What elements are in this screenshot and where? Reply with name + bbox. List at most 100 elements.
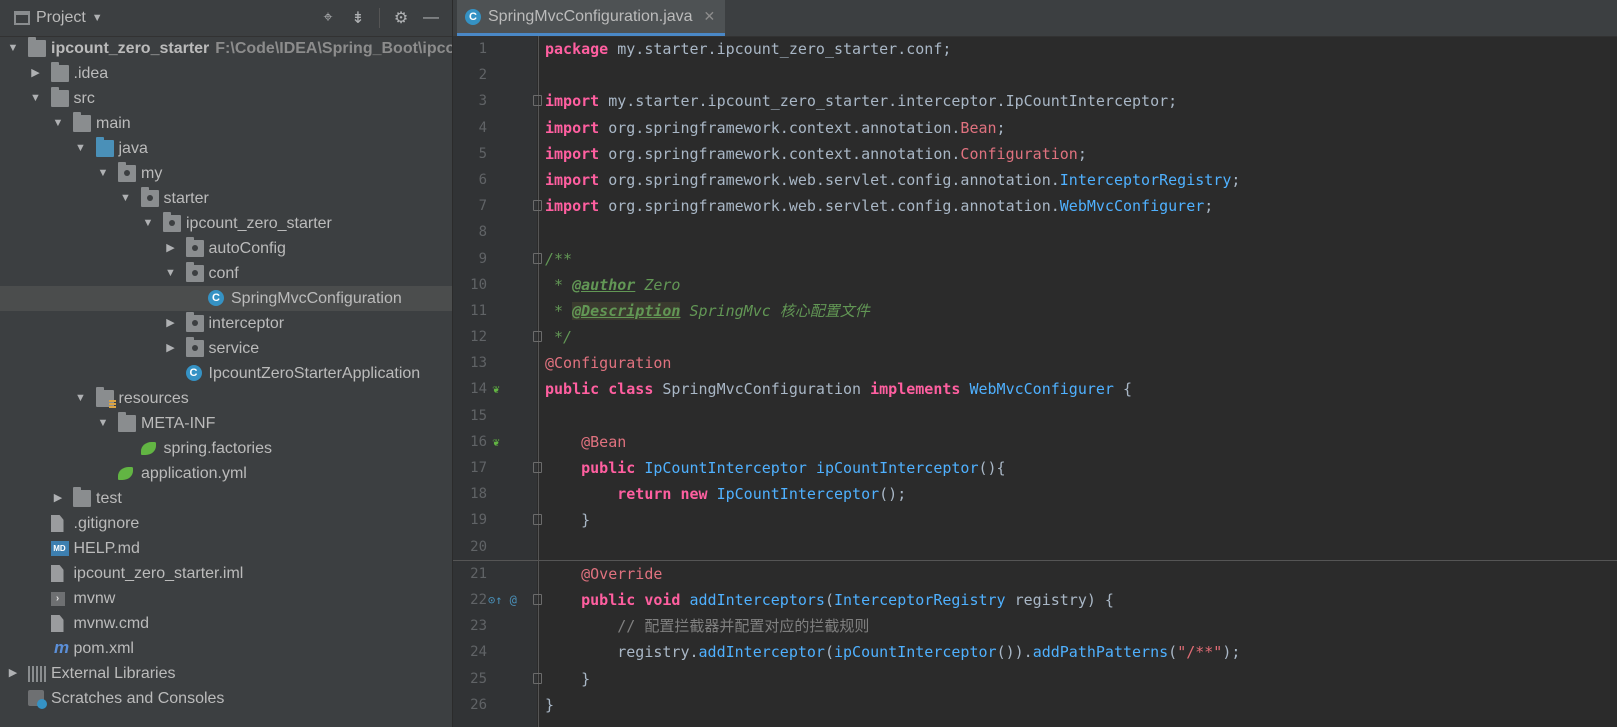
package-icon: [185, 237, 204, 257]
code-line[interactable]: 17 public IpCountInterceptor ipCountInte…: [453, 455, 1617, 481]
fold-marker-icon[interactable]: [533, 462, 542, 473]
fold-marker-icon[interactable]: [533, 593, 542, 605]
tree-item[interactable]: ▼ java: [0, 136, 452, 161]
code-line[interactable]: 13 @Configuration: [453, 350, 1617, 376]
tree-item[interactable]: m pom.xml: [0, 636, 452, 661]
code-line[interactable]: 12 */: [453, 324, 1617, 350]
tree-item[interactable]: ▼ conf: [0, 261, 452, 286]
tree-item[interactable]: ▶ External Libraries: [0, 661, 452, 686]
collapse-all-icon[interactable]: ⇟: [345, 5, 371, 31]
fold-marker-icon[interactable]: [533, 200, 542, 212]
code-line[interactable]: 1 package my.starter.ipcount_zero_starter…: [453, 36, 1617, 62]
minimize-icon[interactable]: —: [418, 5, 444, 31]
close-icon[interactable]: ✕: [704, 8, 716, 25]
tree-item[interactable]: application.yml: [0, 461, 452, 486]
tree-item[interactable]: ▶ autoConfig: [0, 236, 452, 261]
tree-item[interactable]: ▶ .idea: [0, 61, 452, 86]
code-line[interactable]: 8: [453, 219, 1617, 245]
code-line[interactable]: 18 return new IpCountInterceptor();: [453, 481, 1617, 507]
expand-right-icon[interactable]: ▶: [51, 486, 65, 511]
code-line[interactable]: 10 * @author Zero: [453, 272, 1617, 298]
code-line[interactable]: 6 import org.springframework.web.servlet.…: [453, 167, 1617, 193]
code-token: ()).: [996, 643, 1033, 662]
tree-item[interactable]: ▼ my: [0, 161, 452, 186]
expand-down-icon[interactable]: ▼: [6, 36, 20, 61]
expand-down-icon[interactable]: ▼: [29, 86, 43, 111]
code-line[interactable]: 19 }: [453, 507, 1617, 533]
tree-item-label: SpringMvcConfiguration: [231, 290, 402, 307]
tree-item[interactable]: mvnw.cmd: [0, 611, 452, 636]
expand-right-icon[interactable]: ▶: [164, 336, 178, 361]
tree-item[interactable]: ▼ main: [0, 111, 452, 136]
code-line[interactable]: 25 }: [453, 666, 1617, 692]
expand-right-icon[interactable]: ▶: [6, 661, 20, 686]
locate-target-icon[interactable]: ⌖: [315, 5, 341, 31]
editor-tab-springmvcconfiguration[interactable]: C SpringMvcConfiguration.java ✕: [457, 0, 726, 36]
expand-down-icon[interactable]: ▼: [74, 386, 88, 411]
fold-marker-icon[interactable]: [533, 672, 542, 684]
tree-item[interactable]: › mvnw: [0, 586, 452, 611]
expand-right-icon[interactable]: ▶: [164, 311, 178, 336]
expand-down-icon[interactable]: ▼: [119, 186, 133, 211]
code-text: // 配置拦截器并配置对应的拦截规则: [545, 613, 869, 639]
code-line[interactable]: 20: [453, 534, 1617, 560]
project-view-selector[interactable]: Project ▼: [14, 0, 103, 36]
fold-marker-icon[interactable]: [533, 95, 542, 107]
code-line[interactable]: 7 import org.springframework.web.servlet.…: [453, 193, 1617, 219]
code-line[interactable]: 9 /**: [453, 246, 1617, 272]
tree-item[interactable]: ▼ resources: [0, 386, 452, 411]
tree-item[interactable]: ipcount_zero_starter.iml: [0, 561, 452, 586]
fold-marker-icon[interactable]: [533, 252, 542, 264]
tree-item[interactable]: ▼ ipcount_zero_starter: [0, 211, 452, 236]
code-line[interactable]: 11 * @Description SpringMvc 核心配置文件: [453, 298, 1617, 324]
tree-item[interactable]: Scratches and Consoles: [0, 686, 452, 711]
line-number: 9: [478, 250, 487, 267]
code-line[interactable]: 5 import org.springframework.context.anno…: [453, 141, 1617, 167]
spring-bean-icon[interactable]: ❦: [488, 381, 504, 397]
code-line[interactable]: 26}: [453, 692, 1617, 718]
tree-item[interactable]: ▶ test: [0, 486, 452, 511]
tree-item[interactable]: ▼ src: [0, 86, 452, 111]
code-line[interactable]: 22 ⊙↑ @ public void addInterceptors(Inter…: [453, 587, 1617, 613]
tree-item[interactable]: ▶ service: [0, 336, 452, 361]
expand-down-icon[interactable]: ▼: [51, 111, 65, 136]
expand-down-icon[interactable]: ▼: [164, 261, 178, 286]
tree-item[interactable]: ▶ interceptor: [0, 311, 452, 336]
expand-down-icon[interactable]: ▼: [74, 136, 88, 161]
code-line[interactable]: 23 // 配置拦截器并配置对应的拦截规则: [453, 613, 1617, 639]
code-line[interactable]: 24 registry.addInterceptor(ipCountInterc…: [453, 639, 1617, 665]
expand-right-icon[interactable]: ▶: [29, 61, 43, 86]
code-line[interactable]: 3 import my.starter.ipcount_zero_starter.…: [453, 88, 1617, 114]
tree-item-label: mvnw: [73, 590, 116, 607]
tree-item-label: pom.xml: [73, 640, 134, 657]
code-area[interactable]: 1 package my.starter.ipcount_zero_starter…: [453, 36, 1617, 718]
tree-item[interactable]: C IpcountZeroStarterApplication: [0, 361, 452, 386]
tree-item[interactable]: ▼ ipcount_zero_starter F:\Code\IDEA\Spring…: [0, 36, 452, 61]
tree-item[interactable]: C SpringMvcConfiguration: [0, 286, 452, 311]
tree-item[interactable]: MD HELP.md: [0, 536, 452, 561]
code-line[interactable]: 21 @Override: [453, 559, 1617, 587]
tree-item[interactable]: ▼ starter: [0, 186, 452, 211]
tree-item[interactable]: .gitignore: [0, 511, 452, 536]
gear-icon[interactable]: ⚙: [388, 5, 414, 31]
expand-down-icon[interactable]: ▼: [141, 211, 155, 236]
tree-item[interactable]: ▼ META-INF: [0, 411, 452, 436]
code-token: *: [545, 301, 573, 320]
spring-bean-icon[interactable]: ❦: [488, 434, 504, 450]
code-line[interactable]: 2: [453, 62, 1617, 88]
code-line[interactable]: 16 ❦ @Bean: [453, 429, 1617, 455]
fold-marker-icon[interactable]: [533, 331, 542, 343]
folder-icon: [50, 87, 69, 107]
expand-right-icon[interactable]: ▶: [164, 236, 178, 261]
tree-item[interactable]: spring.factories: [0, 436, 452, 461]
code-token: }: [545, 695, 555, 714]
expand-down-icon[interactable]: ▼: [96, 411, 110, 436]
code-line[interactable]: 15: [453, 403, 1617, 429]
expand-down-icon[interactable]: ▼: [96, 161, 110, 186]
override-icon[interactable]: ⊙↑ @: [488, 592, 528, 608]
code-line[interactable]: 14 ❦ public class SpringMvcConfiguration i…: [453, 376, 1617, 402]
code-token: ;: [996, 118, 1006, 137]
fold-marker-icon[interactable]: [533, 514, 542, 526]
code-line[interactable]: 4 import org.springframework.context.anno…: [453, 115, 1617, 141]
